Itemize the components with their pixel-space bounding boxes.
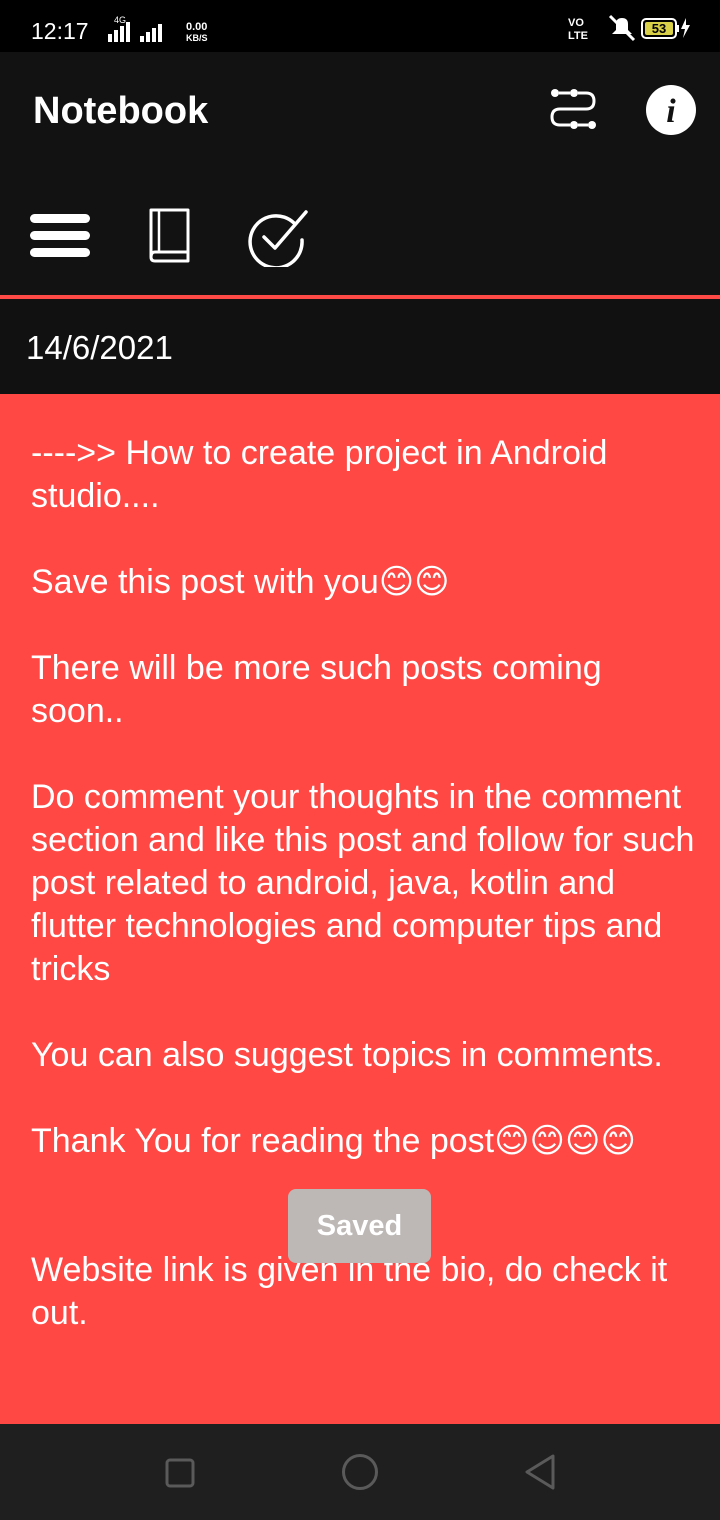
- note-date: 14/6/2021: [26, 329, 173, 366]
- signal-icons: 4G 0.00 KB/S: [108, 15, 208, 43]
- status-time: 12:17: [31, 18, 89, 44]
- note-editor[interactable]: ---->> How to create project in Android …: [0, 394, 720, 1424]
- menu-icon[interactable]: [30, 212, 92, 260]
- svg-text:i: i: [666, 93, 676, 130]
- home-button[interactable]: [340, 1452, 380, 1492]
- sort-icon[interactable]: [548, 84, 598, 134]
- notebook-icon[interactable]: [146, 205, 194, 267]
- checkmark-icon[interactable]: [248, 207, 310, 267]
- svg-text:4G: 4G: [114, 15, 126, 25]
- back-button[interactable]: [522, 1452, 558, 1492]
- saved-toast: Saved: [288, 1189, 431, 1263]
- navigation-bar: [0, 1424, 720, 1520]
- svg-text:0.00: 0.00: [186, 21, 207, 33]
- svg-text:VO: VO: [568, 17, 584, 29]
- system-status-icons: VO LTE 53: [568, 14, 690, 42]
- app-title: Notebook: [33, 90, 209, 132]
- recents-button[interactable]: [164, 1457, 196, 1489]
- svg-text:LTE: LTE: [568, 30, 588, 42]
- info-icon[interactable]: i: [645, 84, 697, 136]
- svg-text:KB/S: KB/S: [186, 33, 208, 43]
- date-header: 14/6/2021: [0, 299, 720, 394]
- status-bar: 12:17 4G 0.00 KB/S VO LTE 53: [0, 0, 720, 52]
- app-bar: Notebook i: [0, 52, 720, 297]
- svg-text:53: 53: [652, 21, 666, 36]
